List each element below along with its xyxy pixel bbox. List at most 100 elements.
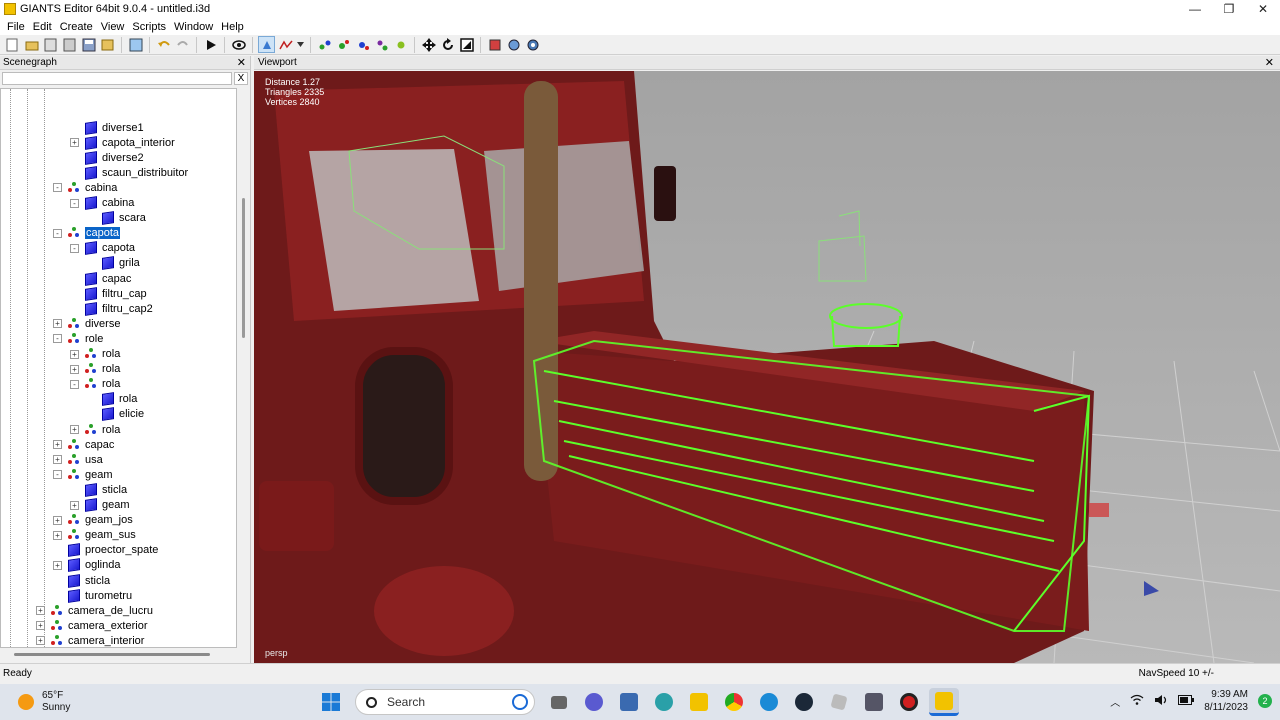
open-folder-icon[interactable]: [23, 36, 40, 53]
windows-start-icon[interactable]: [316, 688, 346, 716]
tree-node[interactable]: + oglinda: [53, 558, 120, 573]
app-window-icon[interactable]: [859, 688, 889, 716]
expand-toggle[interactable]: +: [70, 138, 79, 148]
tree-node[interactable]: + rola: [70, 422, 120, 437]
tree-node[interactable]: diverse1: [70, 120, 144, 135]
filter-clear-button[interactable]: X: [234, 71, 248, 85]
tree-node[interactable]: + rola: [70, 362, 120, 377]
tree-node[interactable]: - cabina: [53, 180, 117, 195]
tree-node[interactable]: + camera_interior: [36, 633, 144, 647]
expand-toggle[interactable]: +: [70, 425, 79, 434]
collapse-toggle[interactable]: -: [53, 183, 62, 193]
expand-toggle[interactable]: +: [53, 319, 62, 329]
tree-node[interactable]: + usa: [53, 452, 103, 467]
tree-node[interactable]: elicie: [87, 407, 144, 422]
expand-toggle[interactable]: +: [53, 455, 62, 465]
notification-badge[interactable]: 2: [1258, 694, 1272, 708]
menu-file[interactable]: File: [3, 21, 29, 33]
edge-icon[interactable]: [754, 688, 784, 716]
tree-node[interactable]: + geam: [70, 498, 130, 513]
reload-icon[interactable]: [61, 36, 78, 53]
teams-chat-icon[interactable]: [579, 688, 609, 716]
expand-toggle[interactable]: +: [53, 515, 62, 525]
chrome-icon[interactable]: [719, 688, 749, 716]
tree-node[interactable]: - capota: [70, 241, 135, 256]
play-icon[interactable]: [202, 36, 219, 53]
import-icon[interactable]: [127, 36, 144, 53]
tree-node[interactable]: - rola: [70, 377, 120, 392]
tree-node[interactable]: + camera_de_lucru: [36, 603, 153, 618]
edit-file-icon[interactable]: [42, 36, 59, 53]
redo-icon[interactable]: [174, 36, 191, 53]
tree-node[interactable]: - geam: [53, 467, 113, 482]
task-view-icon[interactable]: [544, 688, 574, 716]
tree-node[interactable]: + capac: [53, 437, 114, 452]
tree-node[interactable]: - role: [53, 331, 103, 346]
collapse-toggle[interactable]: -: [53, 334, 62, 344]
tree-node[interactable]: + diverse: [53, 316, 120, 331]
collapse-toggle[interactable]: -: [70, 379, 79, 389]
tree-node[interactable]: scara: [87, 211, 146, 226]
tree-node[interactable]: + camera_exterior: [36, 618, 147, 633]
tree-vertical-scrollbar[interactable]: [239, 88, 249, 648]
terrain-tool-icon[interactable]: [277, 36, 294, 53]
close-icon[interactable]: ✕: [1265, 56, 1274, 69]
expand-toggle[interactable]: +: [53, 530, 62, 540]
collapse-toggle[interactable]: -: [70, 243, 79, 253]
create-spline-icon[interactable]: [392, 36, 409, 53]
tree-node[interactable]: + geam_jos: [53, 513, 133, 528]
tree-node[interactable]: turometru: [53, 588, 132, 603]
maximize-button[interactable]: ❐: [1212, 2, 1246, 16]
viewport-3d[interactable]: Distance 1.27 Triangles 2335 Vertices 28…: [254, 71, 1280, 663]
wifi-icon[interactable]: [1130, 694, 1144, 708]
move-tool-icon[interactable]: [420, 36, 437, 53]
create-light-icon[interactable]: [335, 36, 352, 53]
file-explorer-icon[interactable]: [684, 688, 714, 716]
scale-tool-icon[interactable]: [458, 36, 475, 53]
volume-icon[interactable]: [1154, 694, 1168, 709]
menu-view[interactable]: View: [97, 21, 129, 33]
minimize-button[interactable]: —: [1178, 2, 1212, 16]
create-camera-icon[interactable]: [373, 36, 390, 53]
save-icon[interactable]: [80, 36, 97, 53]
close-icon[interactable]: ✕: [237, 56, 246, 69]
undo-icon[interactable]: [155, 36, 172, 53]
tree-node[interactable]: sticla: [53, 573, 110, 588]
filter-input[interactable]: [2, 71, 232, 85]
tree-horizontal-scrollbar[interactable]: [14, 653, 210, 656]
local-space-icon[interactable]: [505, 36, 522, 53]
steam-icon[interactable]: [789, 688, 819, 716]
eye-icon[interactable]: [230, 36, 247, 53]
scenegraph-tree[interactable]: diverse1 + capota_interior diverse2 scaun_di…: [0, 88, 237, 648]
menu-window[interactable]: Window: [170, 21, 217, 33]
tree-node[interactable]: diverse2: [70, 150, 144, 165]
tree-node[interactable]: - cabina: [70, 196, 134, 211]
new-file-icon[interactable]: [4, 36, 21, 53]
menu-create[interactable]: Create: [56, 21, 97, 33]
export-icon[interactable]: [99, 36, 116, 53]
menu-scripts[interactable]: Scripts: [128, 21, 170, 33]
tree-node[interactable]: - capota: [53, 226, 121, 241]
expand-toggle[interactable]: +: [36, 621, 45, 631]
giants-editor-taskbar-icon[interactable]: [929, 688, 959, 716]
chevron-up-icon[interactable]: ︿: [1110, 694, 1120, 709]
menu-edit[interactable]: Edit: [29, 21, 56, 33]
tree-node[interactable]: filtru_cap2: [70, 301, 153, 316]
collapse-toggle[interactable]: -: [53, 470, 62, 480]
obs-record-icon[interactable]: [894, 688, 924, 716]
expand-toggle[interactable]: +: [53, 560, 62, 570]
tree-node[interactable]: capac: [70, 271, 131, 286]
scrollbar-thumb[interactable]: [242, 198, 245, 338]
select-mode-icon[interactable]: [258, 36, 275, 53]
expand-toggle[interactable]: +: [36, 636, 45, 646]
expand-toggle[interactable]: +: [70, 349, 79, 359]
roblox-icon[interactable]: [824, 688, 854, 716]
viewport-scene[interactable]: [254, 71, 1280, 663]
tree-node[interactable]: grila: [87, 256, 140, 271]
close-window-button[interactable]: ✕: [1246, 2, 1280, 16]
tree-node[interactable]: + geam_sus: [53, 528, 136, 543]
calculator-icon[interactable]: [614, 688, 644, 716]
battery-icon[interactable]: [1178, 694, 1195, 708]
tree-node[interactable]: sticla: [70, 482, 127, 497]
snap-icon[interactable]: [486, 36, 503, 53]
